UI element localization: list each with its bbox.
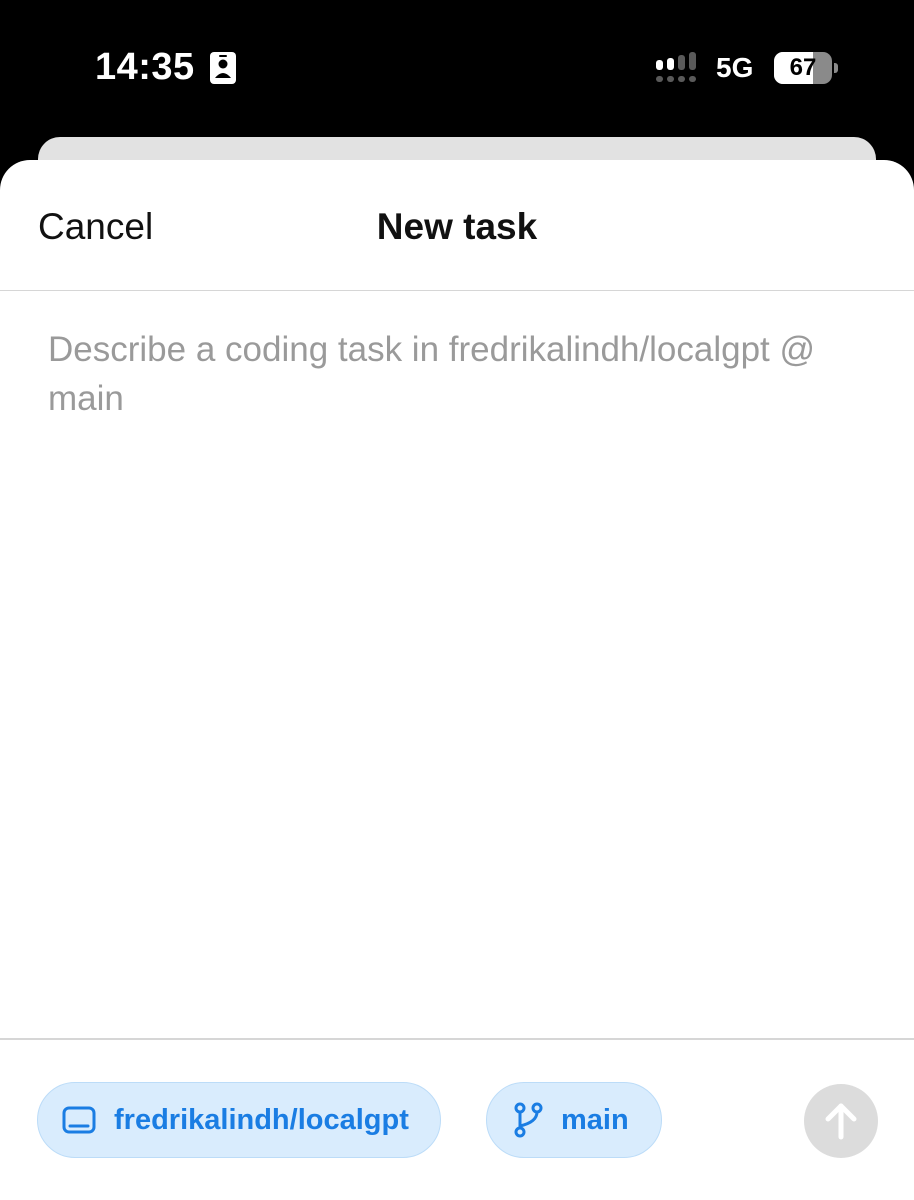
arrow-up-icon [825, 1103, 857, 1140]
branch-selector[interactable]: main [486, 1082, 662, 1158]
divider [0, 1038, 914, 1040]
battery-icon: 67 [774, 52, 838, 84]
new-task-sheet: Cancel New task fredrikalindh/localgpt m… [0, 160, 914, 1200]
status-time: 14:35 [95, 46, 195, 88]
cellular-signal-icon [656, 52, 696, 82]
battery-level: 67 [789, 54, 817, 81]
monitor-icon [62, 1106, 96, 1134]
repository-label: fredrikalindh/localgpt [114, 1103, 409, 1136]
network-type: 5G [716, 52, 754, 83]
task-description-input[interactable] [48, 325, 868, 1025]
page-title: New task [376, 206, 538, 247]
send-button[interactable] [804, 1084, 878, 1158]
id-card-icon [210, 52, 236, 84]
sheet-header: Cancel New task [0, 160, 914, 291]
status-bar: 14:35 5G 67 [0, 0, 914, 140]
git-branch-icon [514, 1102, 543, 1138]
branch-label: main [561, 1103, 629, 1136]
repository-selector[interactable]: fredrikalindh/localgpt [37, 1082, 441, 1158]
